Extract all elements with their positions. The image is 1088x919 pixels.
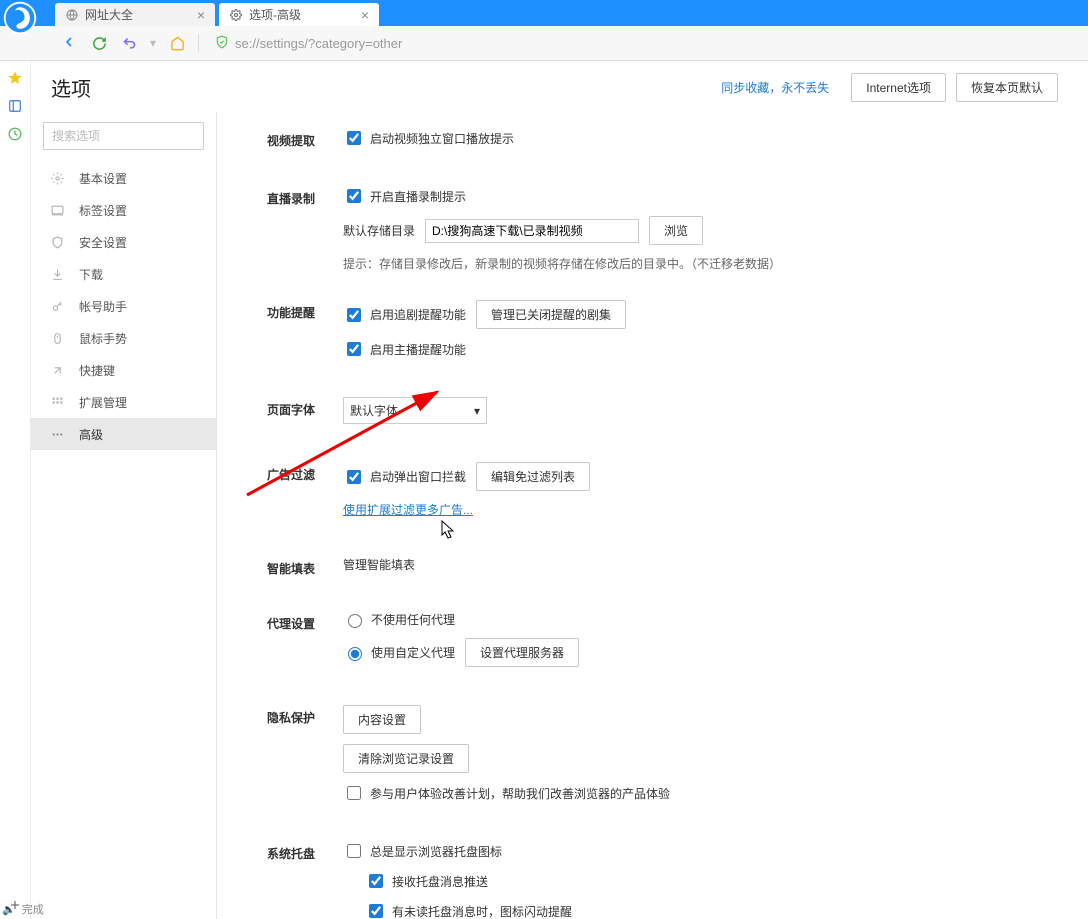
storage-path-label: 默认存储目录	[343, 222, 415, 239]
sidebar-item-account[interactable]: 帐号助手	[31, 290, 216, 322]
section-label-tray: 系统托盘	[267, 841, 343, 862]
sidebar-item-label: 标签设置	[79, 202, 127, 219]
key-icon	[49, 298, 65, 314]
section-label-video: 视频提取	[267, 128, 343, 149]
back-icon[interactable]	[60, 33, 78, 51]
sidebar-item-label: 帐号助手	[79, 298, 127, 315]
section-label-adfilter: 广告过滤	[267, 462, 343, 483]
section-label-remind: 功能提醒	[267, 300, 343, 321]
link-out-icon	[49, 362, 65, 378]
speaker-icon: 🔈	[2, 903, 16, 916]
edit-whitelist-button[interactable]: 编辑免过滤列表	[476, 462, 590, 491]
star-icon[interactable]	[6, 69, 24, 87]
section-label-proxy: 代理设置	[267, 611, 343, 632]
home-icon[interactable]	[168, 34, 186, 52]
cursor-icon	[440, 520, 460, 542]
sidebar-item-security[interactable]: 安全设置	[31, 226, 216, 258]
browser-logo-icon	[2, 0, 38, 36]
history-icon[interactable]	[6, 125, 24, 143]
sidebar-item-download[interactable]: 下载	[31, 258, 216, 290]
sidebar-item-label: 高级	[79, 426, 103, 443]
settings-sidebar: 基本设置 标签设置 安全设置 下载 帐号助手 鼠标手势 快捷键 扩展管理 高级	[31, 112, 217, 919]
autofill-manage-text[interactable]: 管理智能填表	[343, 556, 415, 573]
section-label-live: 直播录制	[267, 186, 343, 207]
browse-button[interactable]: 浏览	[649, 216, 703, 245]
sidebar-item-tabs[interactable]: 标签设置	[31, 194, 216, 226]
sync-link[interactable]: 同步收藏，永不丢失	[721, 79, 829, 96]
undo-icon[interactable]	[120, 34, 138, 52]
monitor-icon	[49, 202, 65, 218]
sidebar-item-label: 下载	[79, 266, 103, 283]
tabstrip: 网址大全 × 选项-高级 ×	[55, 0, 383, 26]
tab-title: 选项-高级	[249, 6, 301, 23]
gear-icon	[49, 170, 65, 186]
status-bar: 🔈 完成	[2, 901, 44, 917]
sidebar-item-label: 安全设置	[79, 234, 127, 251]
grid-icon	[49, 394, 65, 410]
tab-sitenav[interactable]: 网址大全 ×	[55, 3, 215, 26]
sidebar-item-extensions[interactable]: 扩展管理	[31, 386, 216, 418]
sidebar-item-label: 快捷键	[79, 362, 115, 379]
dots-icon	[49, 426, 65, 442]
more-adfilter-link[interactable]: 使用扩展过滤更多广告...	[343, 501, 473, 518]
refresh-icon[interactable]	[90, 34, 108, 52]
section-label-privacy: 隐私保护	[267, 705, 343, 726]
section-label-autofill: 智能填表	[267, 556, 343, 577]
sidebar-item-label: 鼠标手势	[79, 330, 127, 347]
sidebar-item-label: 扩展管理	[79, 394, 127, 411]
section-label-font: 页面字体	[267, 397, 343, 418]
ux-program-checkbox[interactable]: 参与用户体验改善计划，帮助我们改善浏览器的产品体验	[343, 783, 670, 803]
mouse-icon	[49, 330, 65, 346]
tray-receive-checkbox[interactable]: 接收托盘消息推送	[365, 871, 488, 891]
globe-icon	[65, 8, 79, 22]
sidebar-icon[interactable]	[6, 97, 24, 115]
video-popup-checkbox[interactable]: 启动视频独立窗口播放提示	[343, 128, 514, 148]
search-input[interactable]	[43, 122, 204, 150]
storage-path-input[interactable]	[425, 219, 639, 243]
page-title: 选项	[51, 73, 721, 102]
anchor-remind-checkbox[interactable]: 启用主播提醒功能	[343, 339, 466, 359]
navbar: ▾ se://settings/?category=other	[0, 26, 1088, 61]
shield-icon	[49, 234, 65, 250]
sidebar-item-mouse[interactable]: 鼠标手势	[31, 322, 216, 354]
sidebar-item-shortcut[interactable]: 快捷键	[31, 354, 216, 386]
storage-note: 提示：存储目录修改后，新录制的视频将存储在修改后的目录中。（不迁移老数据）	[343, 255, 1058, 272]
popup-block-checkbox[interactable]: 启动弹出窗口拦截	[343, 467, 466, 487]
page-header: 选项 同步收藏，永不丢失 Internet选项 恢复本页默认	[31, 61, 1088, 112]
download-icon	[49, 266, 65, 282]
shield-icon[interactable]	[215, 35, 229, 52]
chevron-down-icon: ▾	[474, 404, 480, 418]
status-text: 完成	[22, 901, 44, 917]
drama-remind-checkbox[interactable]: 启用追剧提醒功能	[343, 305, 466, 325]
tray-blink-checkbox[interactable]: 有未读托盘消息时，图标闪动提醒	[365, 901, 572, 919]
tray-always-checkbox[interactable]: 总是显示浏览器托盘图标	[343, 841, 502, 861]
sidebar-item-label: 基本设置	[79, 170, 127, 187]
restore-defaults-button[interactable]: 恢复本页默认	[956, 73, 1058, 102]
sidebar-item-advanced[interactable]: 高级	[31, 418, 216, 450]
close-icon[interactable]: ×	[197, 8, 205, 22]
tab-title: 网址大全	[85, 6, 133, 23]
clear-history-button[interactable]: 清除浏览记录设置	[343, 744, 469, 773]
font-select[interactable]: 默认字体▾	[343, 397, 487, 424]
internet-options-button[interactable]: Internet选项	[851, 73, 946, 102]
manage-drama-button[interactable]: 管理已关闭提醒的剧集	[476, 300, 626, 329]
proxy-settings-button[interactable]: 设置代理服务器	[465, 638, 579, 667]
left-rail	[0, 61, 31, 919]
close-icon[interactable]: ×	[361, 8, 369, 22]
live-record-checkbox[interactable]: 开启直播录制提示	[343, 186, 466, 206]
custom-proxy-radio[interactable]: 使用自定义代理	[343, 644, 455, 661]
tab-settings[interactable]: 选项-高级 ×	[219, 3, 379, 26]
content-settings-button[interactable]: 内容设置	[343, 705, 421, 734]
gear-icon	[229, 8, 243, 22]
no-proxy-radio[interactable]: 不使用任何代理	[343, 611, 455, 628]
settings-panel: 视频提取 启动视频独立窗口播放提示 直播录制 开启直播录制提示 默认存储目录	[217, 112, 1088, 919]
sidebar-item-basic[interactable]: 基本设置	[31, 162, 216, 194]
titlebar: 网址大全 × 选项-高级 ×	[0, 0, 1088, 26]
address-bar[interactable]: se://settings/?category=other	[235, 36, 402, 51]
